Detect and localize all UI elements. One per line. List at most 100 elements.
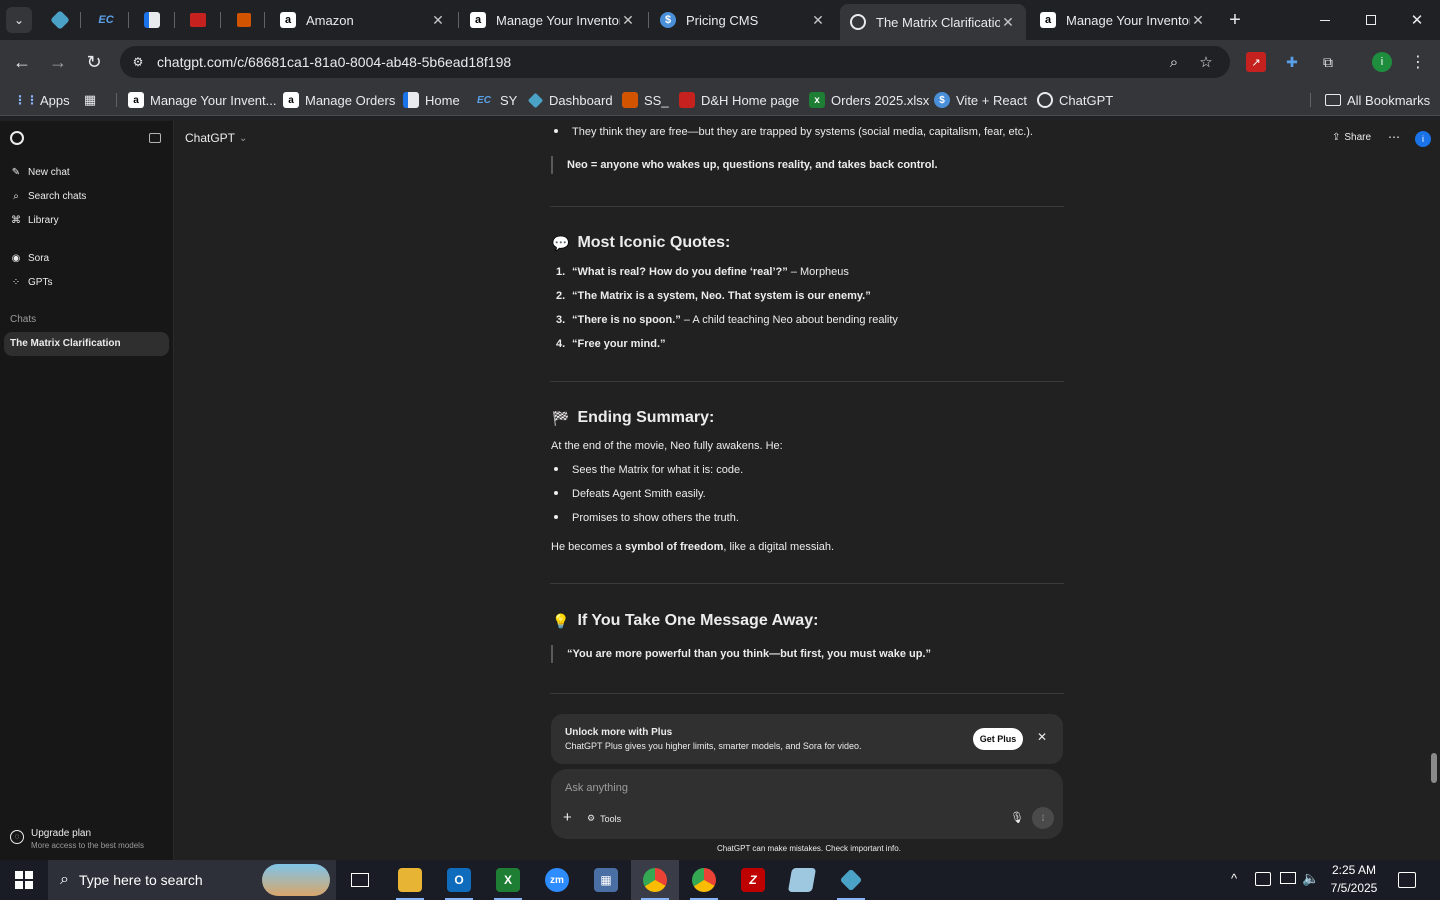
amazon-icon: a (470, 12, 486, 28)
tab-title: Manage Your Inventor (496, 12, 620, 28)
tab-matrix-clarification[interactable]: The Matrix Clarificatio ✕ (840, 4, 1026, 40)
site-settings-icon[interactable]: ⚙ (128, 52, 148, 72)
sidebar-item-library[interactable]: ⌘ Library (10, 212, 59, 228)
bookmark-chatgpt[interactable]: ChatGPT (1037, 91, 1113, 109)
clock-time[interactable]: 2:25 AM (1322, 863, 1386, 877)
security-tray-icon[interactable] (1255, 872, 1271, 886)
bookmark-tab-groups[interactable]: ▦ (82, 91, 104, 109)
model-selector[interactable]: ChatGPT ⌄ (185, 131, 247, 145)
bookmark-apps[interactable]: ⋮⋮ Apps (14, 91, 70, 109)
dollar-icon: $ (934, 92, 950, 108)
voice-mode-button[interactable]: ⦙ (1032, 807, 1054, 829)
bookmark-sy[interactable]: EC SY (474, 91, 517, 109)
sidebar-toggle-icon[interactable] (149, 133, 161, 143)
close-icon[interactable]: ✕ (810, 12, 826, 29)
bookmark-ss[interactable]: SS_ (622, 91, 669, 109)
back-button[interactable]: ← (8, 48, 36, 76)
close-icon[interactable]: ✕ (1000, 14, 1016, 31)
openai-logo-icon[interactable] (10, 131, 24, 145)
chatgpt-icon (850, 14, 866, 30)
zoom-icon[interactable]: ⌕ (1164, 52, 1184, 72)
tab-manage-inventory-2[interactable]: a Manage Your Inventor ✕ (1030, 4, 1216, 36)
share-icon: ⇪ (1332, 132, 1341, 143)
bookmark-orders-2025[interactable]: x Orders 2025.xlsx (809, 91, 929, 109)
close-icon[interactable]: ✕ (1037, 730, 1047, 744)
tab-pricing-cms[interactable]: $ Pricing CMS ✕ (650, 4, 836, 36)
forward-button[interactable]: → (44, 48, 72, 76)
chat-list-item-active[interactable]: The Matrix Clarification (4, 332, 169, 356)
reload-button[interactable]: ↻ (80, 48, 108, 76)
taskbar-zoom[interactable]: zm (533, 860, 581, 900)
bookmark-dh-home[interactable]: D&H Home page (679, 91, 799, 109)
plus-icon[interactable]: + (563, 809, 572, 826)
bookmark-star-icon[interactable]: ☆ (1196, 52, 1216, 72)
clock-date[interactable]: 7/5/2025 (1322, 881, 1386, 895)
tab-manage-inventory-1[interactable]: a Manage Your Inventor ✕ (460, 4, 646, 36)
taskbar-calculator[interactable]: ▦ (582, 860, 630, 900)
bookmark-manage-invent[interactable]: a Manage Your Invent... (128, 91, 276, 109)
scrollbar-thumb[interactable] (1431, 753, 1437, 783)
chevron-down-icon: ⌄ (239, 132, 248, 144)
taskbar-notes[interactable] (778, 860, 826, 900)
more-options-icon[interactable]: ⋯ (1388, 130, 1400, 144)
upsell-body: ChatGPT Plus gives you higher limits, sm… (565, 741, 862, 751)
upgrade-plan-title[interactable]: Upgrade plan (31, 828, 91, 839)
extension-blue-icon[interactable]: ✚ (1282, 52, 1302, 72)
taskbar-filezilla[interactable]: Z (729, 860, 777, 900)
sidebar-item-search-chats[interactable]: ⌕ Search chats (10, 188, 86, 204)
text-pre: He becomes a (551, 541, 625, 553)
restore-button[interactable] (1348, 0, 1394, 40)
pinned-tab-4[interactable] (186, 8, 210, 32)
taskbar-outlook[interactable]: O (435, 860, 483, 900)
taskbar-search[interactable]: ⌕ Type here to search (48, 860, 336, 900)
address-bar[interactable]: ⚙ chatgpt.com/c/68681ca1-81a0-8004-ab48-… (120, 46, 1230, 78)
all-bookmarks[interactable]: All Bookmarks (1325, 91, 1430, 109)
taskbar-chrome[interactable] (680, 860, 728, 900)
pinned-tab-3[interactable] (140, 8, 164, 32)
notification-center-icon[interactable] (1398, 872, 1416, 888)
tools-label: Tools (600, 813, 622, 824)
close-icon[interactable]: ✕ (620, 12, 636, 29)
prompt-input[interactable]: Ask anything (565, 782, 628, 794)
pinned-tab-5[interactable] (232, 8, 256, 32)
share-button[interactable]: ⇪ Share (1332, 132, 1371, 143)
taskbar-excel[interactable]: X (484, 860, 532, 900)
sidebar-item-gpts[interactable]: ⁘ GPTs (10, 274, 53, 290)
get-plus-button[interactable]: Get Plus (973, 728, 1023, 750)
taskbar-file-explorer[interactable] (386, 860, 434, 900)
sidebar-item-sora[interactable]: ◉ Sora (10, 250, 50, 266)
pinned-tab-1[interactable] (48, 8, 72, 32)
start-button[interactable] (0, 860, 48, 900)
tab-search-button[interactable]: ⌄ (6, 7, 32, 33)
bookmark-label: ChatGPT (1059, 92, 1114, 108)
close-icon[interactable]: ✕ (1190, 12, 1206, 29)
new-tab-button[interactable]: + (1212, 0, 1258, 40)
profile-avatar[interactable]: i (1372, 52, 1392, 72)
kebab-menu-icon[interactable]: ⋮ (1408, 52, 1428, 72)
extension-red-icon[interactable]: ↗ (1246, 52, 1266, 72)
chevron-up-icon[interactable]: ^ (1231, 871, 1237, 886)
tab-amazon[interactable]: a Amazon ✕ (270, 4, 456, 36)
bookmark-vite-react[interactable]: $ Vite + React (934, 91, 1027, 109)
volume-icon[interactable]: 🔈 (1302, 870, 1319, 887)
pinned-tab-2[interactable]: EC (94, 8, 118, 32)
close-window-button[interactable]: ✕ (1394, 0, 1440, 40)
taskbar-diamond-app[interactable] (827, 860, 875, 900)
dh-logo-icon (190, 13, 206, 27)
bookmark-home[interactable]: Home (403, 91, 460, 109)
url-text[interactable]: chatgpt.com/c/68681ca1-81a0-8004-ab48-5b… (157, 54, 511, 70)
bookmark-manage-orders[interactable]: a Manage Orders (283, 91, 395, 109)
apps-grid-icon: ⋮⋮ (14, 93, 38, 107)
bookmark-dashboard[interactable]: Dashboard (527, 91, 613, 109)
extensions-puzzle-icon[interactable]: ⧉ (1318, 52, 1338, 72)
user-avatar[interactable]: i (1415, 131, 1431, 147)
microphone-icon[interactable]: 🎙 (1010, 811, 1024, 824)
tools-button[interactable]: ⚙ Tools (587, 813, 621, 824)
zoom-app-icon: zm (545, 868, 569, 892)
sidebar-item-new-chat[interactable]: ✎ New chat (10, 164, 70, 180)
network-icon[interactable] (1280, 872, 1296, 884)
taskbar-chrome-active[interactable] (631, 860, 679, 900)
minimize-button[interactable] (1302, 0, 1348, 40)
task-view-button[interactable] (336, 860, 384, 900)
close-icon[interactable]: ✕ (430, 12, 446, 29)
